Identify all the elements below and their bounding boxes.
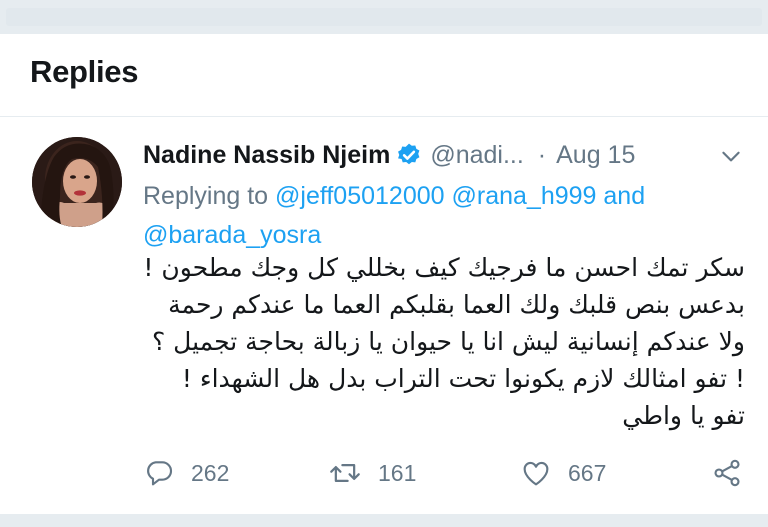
author-name[interactable]: Nadine Nassib Njeim [143,141,390,170]
mention-link[interactable]: @jeff05012000 [275,182,445,210]
separator-dot: · [537,140,547,169]
replying-to-line: Replying to @jeff05012000 @rana_h999 and… [143,177,733,255]
retweet-icon [330,464,360,482]
chevron-down-icon[interactable] [718,143,744,169]
reply-button[interactable]: 262 [143,455,229,491]
reply-bubble-icon [147,461,173,486]
share-icon [714,459,740,487]
retweet-count: 161 [378,459,417,486]
tweet-date[interactable]: Aug 15 [556,141,635,170]
author-handle[interactable]: @nadi... [430,141,523,170]
share-button[interactable] [711,455,743,491]
avatar[interactable] [32,137,122,227]
reply-count: 262 [191,459,230,486]
reply-tweet[interactable]: Nadine Nassib Njeim @nadi... · Aug 15 Re… [0,117,768,517]
tweet-text: سكر تمك احسن ما فرجيك كيف بخللي كل وجك م… [143,253,745,430]
top-gray-bar [6,8,762,26]
tweet-actions: 262 161 667 [143,455,753,491]
replies-header: Replies [0,34,768,117]
mention-link[interactable]: @rana_h999 [452,182,597,210]
avatar-image [32,137,122,227]
like-button[interactable]: 667 [520,455,606,491]
like-count: 667 [568,459,607,486]
replying-prefix: Replying to [143,182,269,210]
heart-icon [523,461,549,486]
mention-joiner: and [603,182,646,210]
verified-badge-icon [398,143,420,165]
retweet-button[interactable]: 161 [328,455,416,491]
page-title: Replies [30,54,139,89]
top-gray-band [0,0,768,34]
bottom-divider [0,514,768,527]
tweet-header-row: Nadine Nassib Njeim @nadi... · Aug 15 [143,137,748,173]
mention-link[interactable]: @barada_yosra [143,221,321,249]
